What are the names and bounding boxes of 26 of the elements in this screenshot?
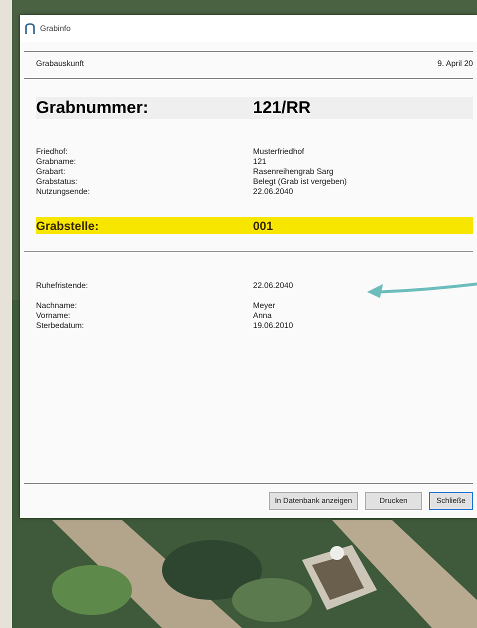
report-date: 9. April 20	[437, 58, 473, 70]
window-title: Grabinfo	[40, 22, 71, 34]
field-value: Anna	[253, 311, 272, 321]
field-value: Meyer	[253, 301, 276, 311]
field-value: 22.06.2040	[253, 281, 294, 291]
field-label: Nachname:	[36, 301, 78, 311]
field-label: Grabstatus:	[36, 177, 78, 187]
field-label: Friedhof:	[36, 147, 69, 157]
field-label: Grabstelle:	[36, 218, 100, 234]
field-value: Musterfriedhof	[253, 147, 304, 157]
field-value: 001	[253, 218, 274, 234]
field-label: Ruhefristende:	[36, 281, 90, 291]
field-label: Vorname:	[36, 311, 72, 321]
field-label: Sterbedatum:	[36, 321, 86, 331]
field-label: Grabname:	[36, 157, 78, 167]
field-value: 22.06.2040	[253, 187, 294, 197]
field-label: Nutzungsende:	[36, 187, 91, 197]
app-icon	[25, 22, 35, 34]
field-value: Rasenreihengrab Sarg	[253, 167, 334, 177]
field-label: Grabart:	[36, 167, 66, 177]
field-value: Belegt (Grab ist vergeben)	[253, 177, 347, 187]
field-label: Grabnummer:	[36, 97, 150, 120]
field-value: 121	[253, 157, 266, 167]
field-value: 121/RR	[253, 97, 311, 120]
report-heading: Grabauskunft	[36, 58, 84, 70]
field-value: 19.06.2010	[253, 321, 294, 331]
